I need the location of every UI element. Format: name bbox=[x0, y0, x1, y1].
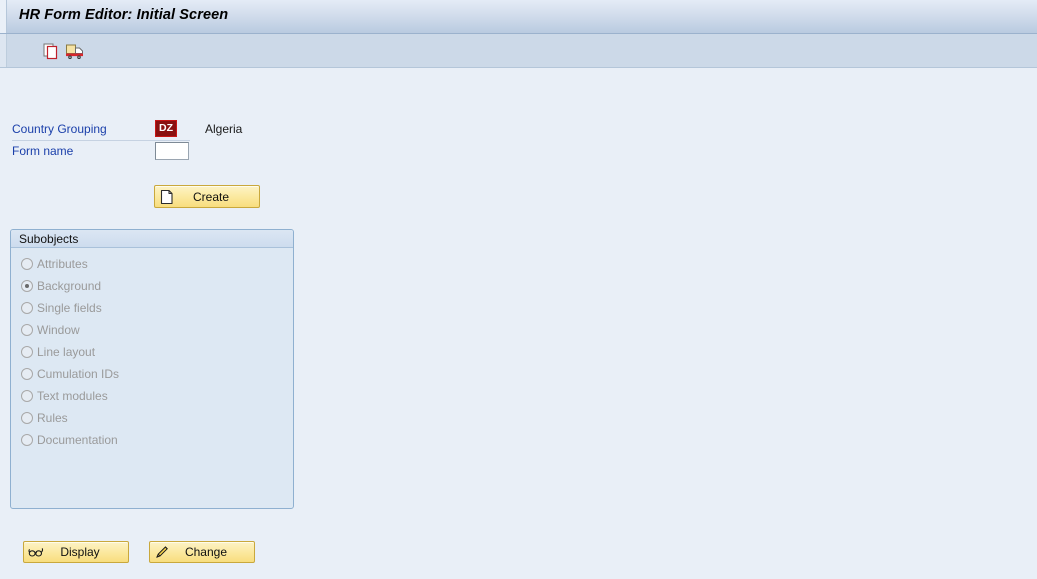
subobjects-radio-rules: Rules bbox=[21, 409, 68, 427]
radio-label: Attributes bbox=[37, 257, 88, 271]
radio-button-icon bbox=[21, 346, 33, 358]
radio-label: Rules bbox=[37, 411, 68, 425]
radio-label: Window bbox=[37, 323, 80, 337]
country-grouping-description: Algeria bbox=[205, 122, 243, 136]
subobjects-radio-documentation: Documentation bbox=[21, 431, 118, 449]
radio-label: Background bbox=[37, 279, 102, 293]
subobjects-radio-cumulation-ids: Cumulation IDs bbox=[21, 365, 119, 383]
title-bar-left-edge bbox=[0, 0, 7, 33]
glasses-icon bbox=[28, 544, 44, 560]
radio-label: Cumulation IDs bbox=[37, 367, 120, 381]
radio-label: Single fields bbox=[37, 301, 102, 315]
radio-button-icon bbox=[21, 258, 33, 270]
country-grouping-input[interactable]: DZ bbox=[155, 120, 177, 137]
toolbar-left-edge bbox=[0, 34, 7, 67]
subobjects-radio-attributes: Attributes bbox=[21, 255, 88, 273]
radio-button-icon bbox=[21, 368, 33, 380]
subobjects-radio-text-modules: Text modules bbox=[21, 387, 108, 405]
radio-button-icon bbox=[21, 412, 33, 424]
pencil-icon bbox=[154, 544, 170, 560]
window-title-bar: HR Form Editor: Initial Screen bbox=[0, 0, 1037, 34]
country-grouping-row: Country Grouping DZ Algeria bbox=[0, 120, 300, 141]
subobjects-radio-line-layout: Line layout bbox=[21, 343, 95, 361]
form-name-row: Form name bbox=[0, 142, 300, 163]
new-document-icon bbox=[159, 189, 175, 205]
radio-button-icon bbox=[21, 280, 33, 292]
truck-icon[interactable] bbox=[63, 39, 87, 63]
page-title: HR Form Editor: Initial Screen bbox=[19, 7, 229, 23]
subobjects-radio-single-fields: Single fields bbox=[21, 299, 102, 317]
radio-label: Line layout bbox=[37, 345, 96, 359]
subobjects-radio-window: Window bbox=[21, 321, 80, 339]
form-name-input[interactable] bbox=[155, 142, 189, 160]
subobjects-title: Subobjects bbox=[19, 232, 79, 246]
create-button[interactable]: Create bbox=[154, 185, 260, 208]
country-grouping-label: Country Grouping bbox=[12, 122, 107, 136]
radio-button-icon bbox=[21, 324, 33, 336]
main-content-area: Country Grouping DZ Algeria Form name Cr… bbox=[0, 69, 1037, 579]
application-toolbar: © www.tutorialkart.com bbox=[0, 34, 1037, 97]
radio-button-icon bbox=[21, 302, 33, 314]
copy-icon[interactable] bbox=[40, 39, 64, 63]
subobjects-radio-background: Background bbox=[21, 277, 101, 295]
radio-button-icon bbox=[21, 390, 33, 402]
form-name-label: Form name bbox=[12, 144, 74, 158]
radio-label: Documentation bbox=[37, 433, 118, 447]
subobjects-panel: Subobjects Attributes Background Single fi… bbox=[10, 229, 294, 563]
radio-button-icon bbox=[21, 434, 33, 446]
change-button[interactable]: Change bbox=[149, 541, 255, 563]
display-button[interactable]: Display bbox=[23, 541, 129, 563]
radio-label: Text modules bbox=[37, 389, 108, 403]
field-group-divider bbox=[12, 140, 190, 141]
subobjects-panel-header: Subobjects bbox=[11, 230, 293, 248]
